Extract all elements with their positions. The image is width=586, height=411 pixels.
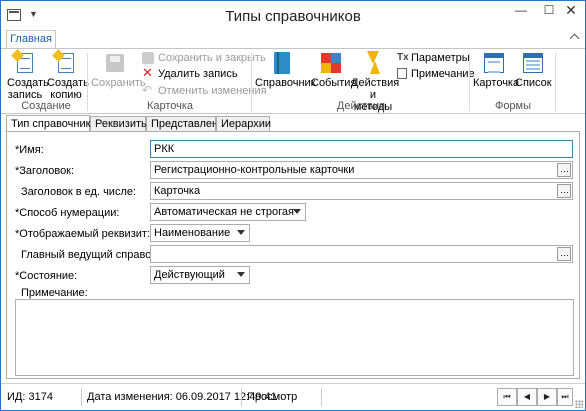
create-record-label: Создать запись <box>7 77 49 101</box>
create-copy-button[interactable]: Создать копию <box>47 49 89 101</box>
tab-attributes[interactable]: Реквизиты <box>90 116 149 132</box>
numbering-label: *Способ нумерации: <box>15 207 120 219</box>
form-card-icon <box>482 51 506 75</box>
prev-record-icon[interactable]: ◀ <box>517 388 537 406</box>
lightning-icon <box>361 51 385 75</box>
card-form-label: Карточка <box>473 77 520 89</box>
resize-grip-icon[interactable] <box>575 400 583 408</box>
numbering-select[interactable]: Автоматическая не строгая <box>150 203 306 221</box>
events-blocks-icon <box>319 51 343 75</box>
window: ▼ Типы справочников — ☐ ✕ Главная Создат… <box>0 0 586 411</box>
ribbon-separator <box>251 53 252 111</box>
ribbon-tab-home[interactable]: Главная <box>6 30 56 49</box>
collapse-ribbon-icon[interactable] <box>570 33 580 43</box>
heading-singular-ellipsis-button[interactable]: … <box>557 184 571 198</box>
new-document-icon <box>11 49 37 75</box>
note-button[interactable]: Примечание <box>397 66 475 82</box>
title-bar: ▼ Типы справочников — ☐ ✕ <box>1 1 585 30</box>
chevron-down-icon <box>237 272 245 277</box>
reference-label: Справочник <box>255 77 316 89</box>
reference-button[interactable]: Справочник <box>255 51 316 89</box>
status-separator <box>241 388 242 406</box>
state-label: *Состояние: <box>15 270 78 282</box>
save-button[interactable]: Сохранить <box>91 51 146 89</box>
undo-icon: ↶ <box>142 83 153 97</box>
save-close-icon <box>142 52 154 64</box>
tab-hierarchies[interactable]: Иерархии <box>216 116 271 132</box>
note-textarea[interactable] <box>15 299 574 376</box>
list-form-label: Список <box>515 77 552 89</box>
status-separator <box>81 388 82 406</box>
close-button[interactable]: ✕ <box>557 1 585 21</box>
view-mode: Просмотр <box>247 391 298 403</box>
note-field-label: Примечание: <box>21 287 88 299</box>
tab-directory-type[interactable]: Тип справочника <box>6 115 97 132</box>
master-ref-ellipsis-button[interactable]: … <box>557 247 571 261</box>
book-icon <box>270 51 294 75</box>
delete-record-button[interactable]: ✕ Удалить запись <box>142 66 238 82</box>
card-form-button[interactable]: Карточка <box>473 51 519 89</box>
group-label-forms: Формы <box>494 100 532 112</box>
save-close-label: Сохранить и закрыть <box>158 52 266 64</box>
ribbon-separator <box>469 53 470 111</box>
group-label-card: Карточка <box>146 100 194 112</box>
heading-singular-field[interactable]: Карточка … <box>150 182 573 200</box>
heading-ellipsis-button[interactable]: … <box>557 163 571 177</box>
record-id: ИД: 3174 <box>7 391 53 403</box>
tab-views[interactable]: Представления <box>146 116 230 132</box>
ribbon-separator <box>87 53 88 111</box>
events-button[interactable]: События <box>311 51 356 89</box>
form-list-icon <box>521 51 545 75</box>
chevron-down-icon <box>293 209 301 214</box>
chevron-down-icon <box>237 230 245 235</box>
floppy-icon <box>103 51 127 75</box>
heading-singular-value: Карточка <box>154 185 201 197</box>
window-title: Типы справочников <box>225 8 361 25</box>
save-label: Сохранить <box>91 77 146 89</box>
first-record-icon[interactable]: ⏮ <box>497 388 517 406</box>
list-form-button[interactable]: Список <box>515 51 552 89</box>
heading-field[interactable]: Регистрационно-контрольные карточки … <box>150 161 573 179</box>
minimize-button[interactable]: — <box>507 1 535 21</box>
note-icon <box>397 68 407 79</box>
delete-icon: ✕ <box>142 65 153 80</box>
create-copy-label: Создать копию <box>47 77 89 101</box>
ribbon-separator <box>555 53 556 111</box>
tab-panel: *Имя: РКК *Заголовок: Регистрационно-кон… <box>6 131 580 379</box>
numbering-value: Автоматическая не строгая <box>154 206 294 218</box>
master-ref-field[interactable]: … <box>150 245 573 263</box>
heading-label: *Заголовок: <box>15 165 75 177</box>
group-label-actions: Действия <box>336 100 386 112</box>
display-attr-label: *Отображаемый реквизит: <box>15 228 150 240</box>
name-field[interactable]: РКК <box>150 140 573 158</box>
heading-value: Регистрационно-контрольные карточки <box>154 164 355 176</box>
heading-singular-label: Заголовок в ед. числе: <box>21 186 137 198</box>
delete-record-label: Удалить запись <box>158 68 238 80</box>
next-record-icon[interactable]: ▶ <box>537 388 557 406</box>
ribbon: Создать запись Создать копию Создание Со… <box>1 48 585 114</box>
name-label: *Имя: <box>15 144 44 156</box>
status-bar: ИД: 3174 Дата изменения: 06.09.2017 12:4… <box>1 383 585 410</box>
ribbon-tab-strip: Главная <box>1 30 585 49</box>
create-record-button[interactable]: Создать запись <box>7 49 49 101</box>
cancel-changes-button[interactable]: ↶ Отменить изменения <box>142 83 267 99</box>
state-select[interactable]: Действующий <box>150 266 250 284</box>
group-label-create: Создание <box>21 100 71 112</box>
display-attr-select[interactable]: Наименование <box>150 224 250 242</box>
parameters-label: Параметры <box>411 52 470 64</box>
save-close-button[interactable]: Сохранить и закрыть <box>142 50 266 66</box>
parameters-button[interactable]: Tx Параметры <box>397 50 470 66</box>
last-record-icon[interactable]: ⏭ <box>557 388 573 406</box>
state-value: Действующий <box>154 269 225 281</box>
copy-document-icon <box>52 49 78 75</box>
note-label: Примечание <box>411 68 475 80</box>
events-label: События <box>311 77 357 89</box>
parameters-icon: Tx <box>397 52 409 63</box>
display-attr-value: Наименование <box>154 227 231 239</box>
status-separator <box>321 388 322 406</box>
